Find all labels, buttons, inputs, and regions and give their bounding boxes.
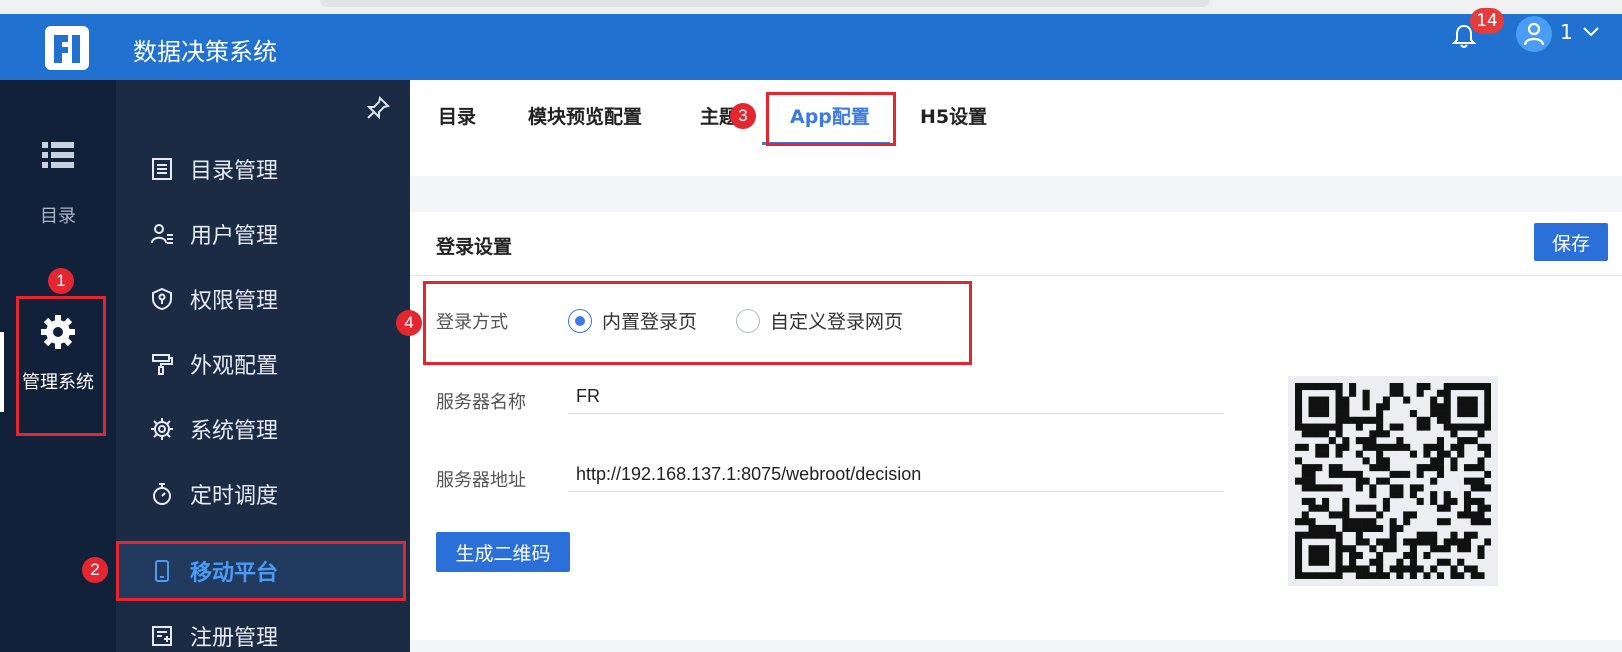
menu-item-label: 系统管理: [190, 419, 279, 444]
notification-badge: 14: [1470, 8, 1504, 34]
shield-icon: [152, 287, 172, 311]
list-doc-icon: [152, 158, 172, 180]
gear-icon: [151, 418, 173, 440]
menu-item-scheduling[interactable]: 定时调度: [116, 464, 406, 522]
tab-module-preview[interactable]: 模块预览配置: [528, 102, 642, 129]
save-button[interactable]: 保存: [1534, 223, 1608, 261]
browser-strip: [0, 0, 1622, 14]
rail-item-catalog[interactable]: 目录: [0, 140, 116, 228]
annotation-box-3: [766, 92, 896, 146]
content-spacer: [410, 146, 1622, 176]
menu-item-label: 定时调度: [190, 484, 279, 509]
menu-item-permission-manage[interactable]: 权限管理: [116, 269, 406, 327]
annotation-step-1: 1: [48, 268, 74, 294]
card-divider: [410, 275, 1622, 276]
chevron-down-icon[interactable]: [1582, 26, 1600, 38]
annotation-box-2: [116, 541, 406, 601]
rail-catalog-label: 目录: [40, 206, 76, 227]
user-icon: [151, 224, 173, 244]
app-title: 数据决策系统: [133, 38, 277, 66]
menu-item-label: 权限管理: [190, 289, 279, 314]
user-name[interactable]: 1: [1560, 20, 1573, 44]
qr-code-icon: [1295, 383, 1491, 579]
menu-item-label: 目录管理: [190, 159, 279, 184]
register-icon: [152, 626, 172, 646]
top-header: 数据决策系统: [0, 14, 1622, 80]
tab-h5-settings[interactable]: H5设置: [920, 102, 987, 129]
app-logo-icon[interactable]: [45, 26, 89, 70]
annotation-step-4: 4: [396, 310, 422, 336]
avatar[interactable]: [1516, 16, 1552, 52]
timer-icon: [153, 483, 171, 505]
card-title: 登录设置: [436, 236, 513, 258]
server-address-label: 服务器地址: [436, 470, 526, 491]
paint-roller-icon: [152, 354, 173, 375]
annotation-box-1: [16, 296, 106, 436]
annotation-step-2: 2: [82, 557, 108, 583]
pin-icon[interactable]: [366, 96, 390, 120]
menu-item-label: 外观配置: [190, 354, 279, 379]
user-avatar-icon: [1523, 22, 1545, 46]
menu-item-system-manage[interactable]: 系统管理: [116, 399, 406, 457]
address-bar[interactable]: [320, 0, 1210, 7]
menu-item-user-manage[interactable]: 用户管理: [116, 204, 406, 262]
menu-item-label: 用户管理: [190, 224, 279, 249]
menu-item-appearance-config[interactable]: 外观配置: [116, 334, 406, 392]
annotation-step-3: 3: [730, 103, 756, 129]
list-icon: [42, 142, 74, 168]
server-name-label: 服务器名称: [436, 392, 526, 413]
qr-code: [1288, 376, 1498, 586]
menu-item-register-manage[interactable]: 注册管理: [116, 606, 406, 652]
menu-item-label: 注册管理: [190, 626, 279, 651]
tab-bar: 目录 模块预览配置 主题 App配置 H5设置: [410, 80, 1622, 146]
tab-catalog[interactable]: 目录: [438, 102, 476, 129]
menu-item-catalog-manage[interactable]: 目录管理: [116, 139, 406, 197]
generate-qr-button[interactable]: 生成二维码: [436, 532, 570, 572]
server-name-input[interactable]: [568, 380, 1224, 414]
server-address-input[interactable]: [568, 458, 1224, 492]
annotation-box-4: [423, 281, 972, 365]
